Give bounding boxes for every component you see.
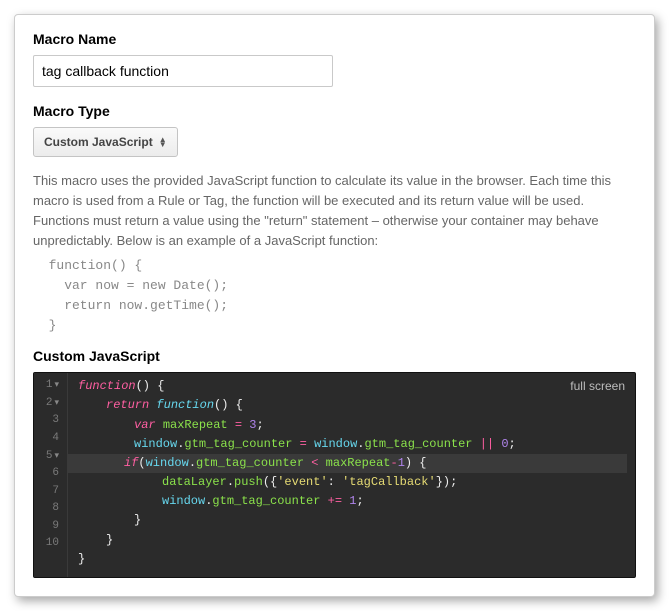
macro-type-select[interactable]: Custom JavaScript ▲▼ bbox=[33, 127, 178, 157]
code-editor[interactable]: full screen 12345678910 function() {retu… bbox=[33, 372, 636, 578]
line-number: 2 bbox=[40, 395, 59, 413]
macro-name-label: Macro Name bbox=[33, 31, 636, 47]
code-line: } bbox=[78, 511, 627, 530]
code-line: window.gtm_tag_counter = window.gtm_tag_… bbox=[78, 435, 627, 454]
code-line: return function() { bbox=[78, 396, 627, 415]
code-line: } bbox=[78, 550, 627, 569]
code-line: var maxRepeat = 3; bbox=[78, 416, 627, 435]
macro-type-value: Custom JavaScript bbox=[44, 135, 153, 149]
macro-name-input[interactable] bbox=[33, 55, 333, 87]
code-line: window.gtm_tag_counter += 1; bbox=[78, 492, 627, 511]
line-number: 5 bbox=[40, 448, 59, 466]
select-updown-icon: ▲▼ bbox=[159, 137, 167, 147]
line-number: 6 bbox=[40, 465, 59, 483]
macro-type-description: This macro uses the provided JavaScript … bbox=[33, 171, 636, 252]
line-number: 9 bbox=[40, 518, 59, 536]
line-number: 1 bbox=[40, 377, 59, 395]
macro-editor-panel: Macro Name Macro Type Custom JavaScript … bbox=[14, 14, 655, 597]
code-line: dataLayer.push({'event': 'tagCallback'})… bbox=[78, 473, 627, 492]
line-number: 7 bbox=[40, 483, 59, 501]
line-number: 8 bbox=[40, 500, 59, 518]
line-number: 3 bbox=[40, 412, 59, 430]
line-number: 10 bbox=[40, 535, 59, 553]
code-line: function() { bbox=[78, 377, 627, 396]
code-line: } bbox=[78, 531, 627, 550]
editor-gutter: 12345678910 bbox=[34, 373, 68, 577]
custom-js-label: Custom JavaScript bbox=[33, 348, 636, 364]
code-line: if(window.gtm_tag_counter < maxRepeat-1)… bbox=[68, 454, 627, 473]
editor-code-area[interactable]: function() {return function() {var maxRe… bbox=[68, 373, 635, 577]
example-code: function() { var now = new Date(); retur… bbox=[33, 256, 636, 337]
macro-type-label: Macro Type bbox=[33, 103, 636, 119]
line-number: 4 bbox=[40, 430, 59, 448]
fullscreen-button[interactable]: full screen bbox=[570, 377, 625, 396]
